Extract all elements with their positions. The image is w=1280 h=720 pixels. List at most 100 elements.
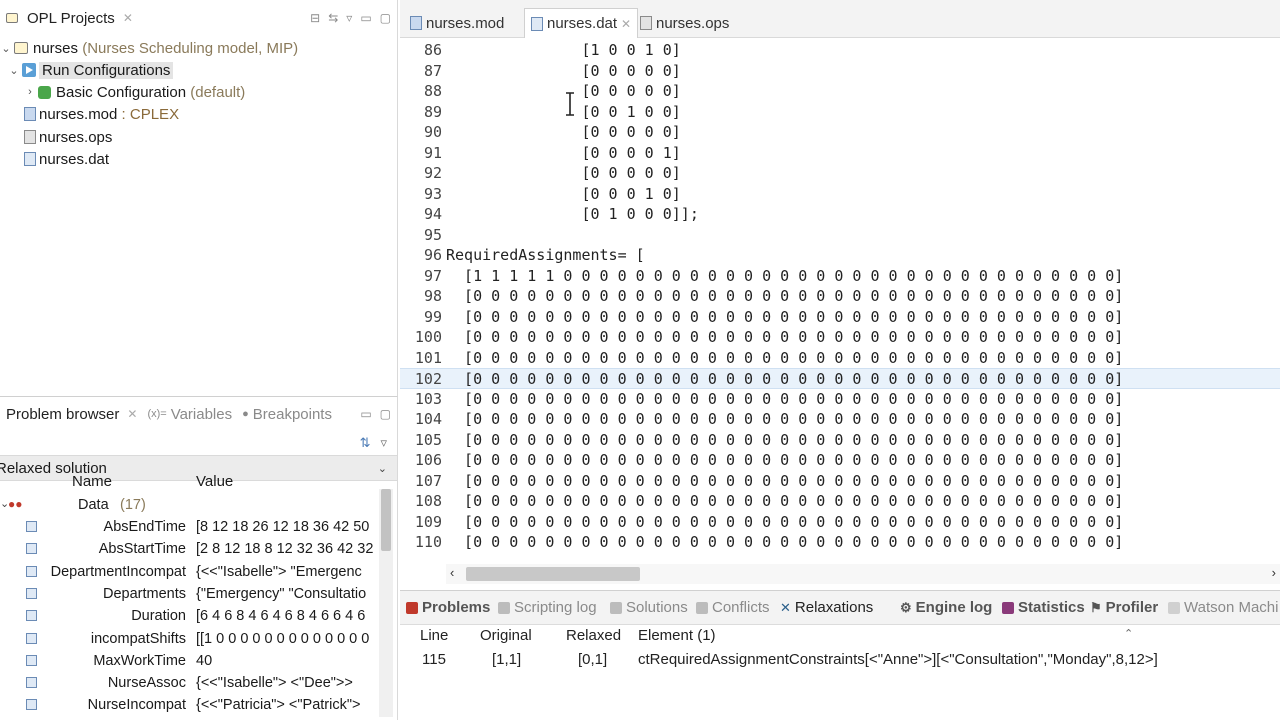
code-line[interactable]: 107 [0 0 0 0 0 0 0 0 0 0 0 0 0 0 0 0 0 0… xyxy=(400,471,1280,492)
tab-opl-projects[interactable]: OPL Projects ✕ xyxy=(6,10,133,27)
code-line[interactable]: 87 [0 0 0 0 0] xyxy=(400,61,1280,82)
problem-data-row[interactable]: MaxWorkTime 40 xyxy=(0,651,376,673)
col-name-header[interactable]: Name xyxy=(72,473,112,490)
collapse-all-icon[interactable]: ⊟ xyxy=(310,11,320,25)
code-line[interactable]: 92 [0 0 0 0 0] xyxy=(400,163,1280,184)
problem-data-row[interactable]: incompatShifts [[1 0 0 0 0 0 0 0 0 0 0 0 … xyxy=(0,629,376,651)
tab-label: nurses.ops xyxy=(656,14,730,32)
tab-problems[interactable]: Problems xyxy=(406,599,490,616)
close-icon[interactable]: ✕ xyxy=(127,407,137,421)
vertical-scrollbar[interactable] xyxy=(379,489,393,717)
scrollbar-thumb[interactable] xyxy=(381,489,391,551)
scroll-left-icon[interactable]: ‹ xyxy=(450,565,454,580)
code-text: [0 0 0 0 0 0 0 0 0 0 0 0 0 0 0 0 0 0 0 0… xyxy=(446,307,1124,326)
chevron-down-icon[interactable]: ⌄ xyxy=(0,42,12,55)
code-line[interactable]: 88 [0 0 0 0 0] xyxy=(400,81,1280,102)
tab-variables[interactable]: (x)= Variables xyxy=(147,406,232,423)
tab-problem-browser[interactable]: Problem browser ✕ xyxy=(6,406,137,423)
maximize-icon[interactable]: ▢ xyxy=(380,407,391,421)
line-number: 88 xyxy=(423,82,442,100)
tree-item-run-configurations[interactable]: ⌄ Run Configurations xyxy=(8,59,174,81)
col-value-header[interactable]: Value xyxy=(196,473,233,490)
code-line[interactable]: 98 [0 0 0 0 0 0 0 0 0 0 0 0 0 0 0 0 0 0 … xyxy=(400,286,1280,307)
col-relaxed-header[interactable]: Relaxed xyxy=(566,627,621,644)
code-line[interactable]: 100 [0 0 0 0 0 0 0 0 0 0 0 0 0 0 0 0 0 0… xyxy=(400,327,1280,348)
problem-data-row[interactable]: AbsEndTime [8 12 18 26 12 18 36 42 50 xyxy=(0,517,376,539)
problem-browser-header: Problem browser ✕ (x)= Variables ● Break… xyxy=(0,397,397,431)
minimize-icon[interactable]: ▭ xyxy=(360,407,371,421)
code-text: [0 0 0 0 0 0 0 0 0 0 0 0 0 0 0 0 0 0 0 0… xyxy=(446,389,1124,408)
code-line[interactable]: 90 [0 0 0 0 0] xyxy=(400,122,1280,143)
problem-data-row[interactable]: NurseIncompat {<<"Patricia"> <"Patrick"> xyxy=(0,695,376,717)
view-menu-icon[interactable]: ▿ xyxy=(380,435,387,451)
code-line[interactable]: 110 [0 0 0 0 0 0 0 0 0 0 0 0 0 0 0 0 0 0… xyxy=(400,532,1280,553)
tree-item-mod-file[interactable]: nurses.mod : CPLEX xyxy=(24,103,179,125)
tab-breakpoints[interactable]: ● Breakpoints xyxy=(242,406,332,423)
chevron-down-icon[interactable]: ⌄ xyxy=(8,64,20,77)
code-editor[interactable]: 86 [1 0 0 1 0] 87 [0 0 0 0 0] 88 [0 0 0 0 … xyxy=(400,38,1280,568)
col-original-header[interactable]: Original xyxy=(480,627,532,644)
code-line[interactable]: 109 [0 0 0 0 0 0 0 0 0 0 0 0 0 0 0 0 0 0… xyxy=(400,512,1280,533)
tab-nurses-dat[interactable]: nurses.dat ✕ xyxy=(524,8,639,38)
close-icon[interactable]: ✕ xyxy=(621,17,631,31)
code-line[interactable]: 102 [0 0 0 0 0 0 0 0 0 0 0 0 0 0 0 0 0 0… xyxy=(400,368,1280,389)
tab-nurses-mod[interactable]: nurses.mod xyxy=(404,8,510,38)
problem-data-row[interactable]: DepartmentIncompat {<<"Isabelle"> "Emerge… xyxy=(0,562,376,584)
problem-data-row[interactable]: Departments {"Emergency" "Consultatio xyxy=(0,584,376,606)
chevron-down-icon[interactable]: ⌄ xyxy=(378,462,387,475)
tab-watson-machine[interactable]: Watson Machi xyxy=(1168,599,1278,616)
code-line[interactable]: 89 [0 0 1 0 0] xyxy=(400,102,1280,123)
view-menu-icon[interactable]: ▿ xyxy=(346,11,352,25)
data-group-row[interactable]: ⌄ ●● Data (17) xyxy=(0,495,376,517)
maximize-icon[interactable]: ▢ xyxy=(380,11,391,25)
problem-data-row[interactable]: NurseAssoc {<<"Isabelle"> <"Dee">> xyxy=(0,673,376,695)
chevron-right-icon[interactable]: › xyxy=(24,86,36,98)
code-line[interactable]: 104 [0 0 0 0 0 0 0 0 0 0 0 0 0 0 0 0 0 0… xyxy=(400,409,1280,430)
code-line[interactable]: 91 [0 0 0 0 1] xyxy=(400,143,1280,164)
tab-solutions[interactable]: Solutions xyxy=(610,599,688,616)
link-editor-icon[interactable]: ⇆ xyxy=(328,11,338,25)
code-line[interactable]: 106 [0 0 0 0 0 0 0 0 0 0 0 0 0 0 0 0 0 0… xyxy=(400,450,1280,471)
code-line[interactable]: 99 [0 0 0 0 0 0 0 0 0 0 0 0 0 0 0 0 0 0 … xyxy=(400,307,1280,328)
tree-item-project[interactable]: ⌄ nurses (Nurses Scheduling model, MIP) xyxy=(0,37,298,59)
scroll-right-icon[interactable]: › xyxy=(1272,565,1276,580)
minimize-icon[interactable]: ▭ xyxy=(360,11,371,25)
tab-conflicts[interactable]: Conflicts xyxy=(696,599,770,616)
code-text: [0 0 0 0 0 0 0 0 0 0 0 0 0 0 0 0 0 0 0 0… xyxy=(446,451,1124,469)
code-text: [0 0 0 1 0] xyxy=(446,184,681,203)
code-line[interactable]: 101 [0 0 0 0 0 0 0 0 0 0 0 0 0 0 0 0 0 0… xyxy=(400,348,1280,369)
tab-statistics[interactable]: Statistics xyxy=(1002,599,1085,616)
tab-nurses-ops[interactable]: nurses.ops xyxy=(634,8,735,38)
code-line[interactable]: 103 [0 0 0 0 0 0 0 0 0 0 0 0 0 0 0 0 0 0… xyxy=(400,389,1280,410)
tree-item-basic-configuration[interactable]: › Basic Configuration (default) xyxy=(24,81,245,103)
scrollbar-thumb[interactable] xyxy=(466,567,640,581)
tree-item-ops-file[interactable]: nurses.ops xyxy=(24,126,112,148)
line-number: 102 xyxy=(414,370,442,388)
problem-data-row[interactable]: AbsStartTime [2 8 12 18 8 12 32 36 42 32 xyxy=(0,539,376,561)
tab-engine-log[interactable]: ⚙ Engine log xyxy=(900,599,992,616)
code-line[interactable]: 105 [0 0 0 0 0 0 0 0 0 0 0 0 0 0 0 0 0 0… xyxy=(400,430,1280,451)
code-line[interactable]: 108 [0 0 0 0 0 0 0 0 0 0 0 0 0 0 0 0 0 0… xyxy=(400,491,1280,512)
col-element-header[interactable]: Element (1) xyxy=(638,627,716,644)
code-line[interactable]: 94 [0 1 0 0 0]]; xyxy=(400,204,1280,225)
opl-projects-title: OPL Projects xyxy=(27,9,115,27)
conflicts-icon xyxy=(696,601,708,614)
project-desc: (Nurses Scheduling model, MIP) xyxy=(82,39,299,57)
tab-scripting-log[interactable]: Scripting log xyxy=(498,599,597,616)
code-line[interactable]: 86 [1 0 0 1 0] xyxy=(400,40,1280,61)
data-item-icon xyxy=(26,565,37,577)
dat-file-label: nurses.dat xyxy=(39,150,110,168)
code-line[interactable]: 97 [1 1 1 1 1 0 0 0 0 0 0 0 0 0 0 0 0 0 … xyxy=(400,266,1280,287)
code-line[interactable]: 93 [0 0 0 1 0] xyxy=(400,184,1280,205)
horizontal-scrollbar[interactable]: ‹ › xyxy=(446,564,1280,584)
col-line-header[interactable]: Line xyxy=(420,627,448,644)
code-line[interactable]: 96 RequiredAssignments= [ xyxy=(400,245,1280,266)
code-line[interactable]: 95 xyxy=(400,225,1280,246)
data-item-icon xyxy=(26,521,37,532)
close-icon[interactable]: ✕ xyxy=(123,11,133,25)
tab-profiler[interactable]: ⚑ Profiler xyxy=(1090,599,1158,616)
tree-item-dat-file[interactable]: nurses.dat xyxy=(24,148,109,170)
tab-relaxations[interactable]: ✕ Relaxations xyxy=(780,599,873,616)
sort-icon[interactable]: ⇅ xyxy=(360,435,371,451)
problem-data-row[interactable]: Duration [6 4 6 8 4 6 4 6 8 4 6 6 4 6 xyxy=(0,606,376,628)
